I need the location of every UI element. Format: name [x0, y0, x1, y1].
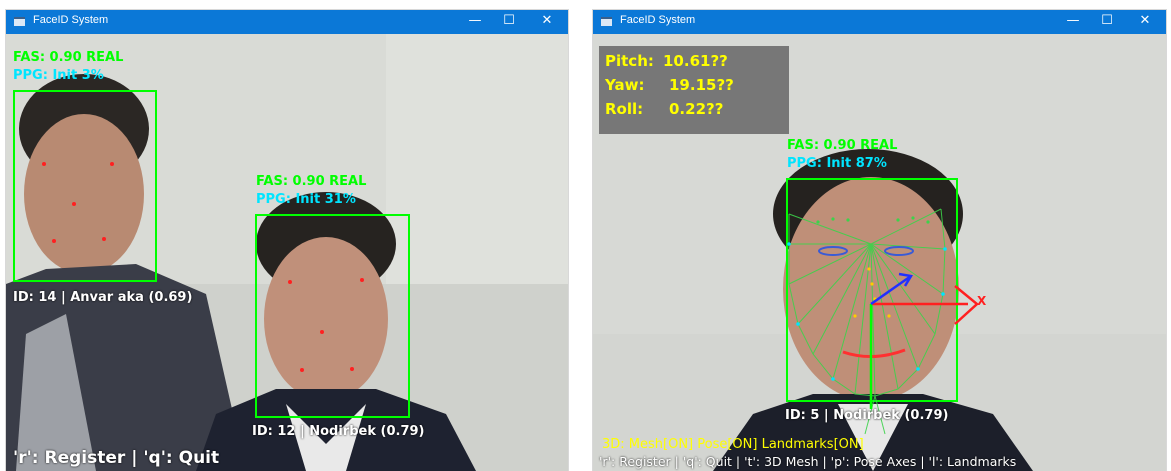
face1-ppg-label: PPG: Init 3%	[13, 68, 104, 83]
face2-bounding-box	[255, 214, 410, 418]
face2-fas-label: FAS: 0.90 REAL	[256, 174, 367, 189]
window-title: FaceID System	[620, 14, 696, 26]
camera-feed-right: Pitch: 10.61?? Yaw: 19.15?? Roll: 0.22??…	[593, 34, 1166, 471]
face2-landmark	[300, 368, 304, 372]
x-axis-label: X	[977, 294, 987, 308]
face2-ppg-label: PPG: Init 31%	[256, 192, 356, 207]
face2-landmark	[360, 278, 364, 282]
face1-landmark	[52, 239, 56, 243]
right-camera-window: FaceID System — ☐ ✕ Pitch: 10.61?? Yaw: …	[593, 10, 1166, 471]
close-button[interactable]: ✕	[1128, 10, 1162, 34]
face2-landmark	[288, 280, 292, 284]
app-window-icon	[601, 17, 612, 26]
face-id-label: ID: 5 | Nodirbek (0.79)	[785, 408, 949, 423]
left-title-bar[interactable]: FaceID System — ☐ ✕	[6, 10, 568, 34]
face2-landmark	[350, 367, 354, 371]
face1-landmark	[72, 202, 76, 206]
face1-fas-label: FAS: 0.90 REAL	[13, 50, 124, 65]
face-mesh-overlay	[787, 208, 979, 435]
minimize-button[interactable]: —	[458, 10, 492, 34]
overlay-status: 3D: Mesh[ON] Pose[ON] Landmarks[ON]	[602, 437, 864, 452]
minimize-button[interactable]: —	[1056, 10, 1090, 34]
app-window-icon	[14, 17, 25, 26]
maximize-button[interactable]: ☐	[492, 10, 526, 34]
face1-bounding-box	[13, 90, 157, 282]
face1-id-label: ID: 14 | Anvar aka (0.69)	[13, 290, 193, 305]
face2-id-label: ID: 12 | Nodirbek (0.79)	[252, 424, 425, 439]
face1-landmark	[110, 162, 114, 166]
camera-feed-left: FAS: 0.90 REAL PPG: Init 3% ID: 14 | Anv…	[6, 34, 568, 471]
window-title: FaceID System	[33, 14, 109, 26]
maximize-button[interactable]: ☐	[1090, 10, 1124, 34]
right-title-bar[interactable]: FaceID System — ☐ ✕	[593, 10, 1166, 34]
keyboard-hint: 'r': Register | 'q': Quit | 't': 3D Mesh…	[599, 454, 1017, 469]
face1-landmark	[102, 237, 106, 241]
left-camera-window: FaceID System — ☐ ✕ FAS: 0.90 REAL PPG: …	[6, 10, 568, 471]
keyboard-hint: 'r': Register | 'q': Quit	[13, 448, 220, 468]
face2-landmark	[320, 330, 324, 334]
close-button[interactable]: ✕	[530, 10, 564, 34]
face1-landmark	[42, 162, 46, 166]
